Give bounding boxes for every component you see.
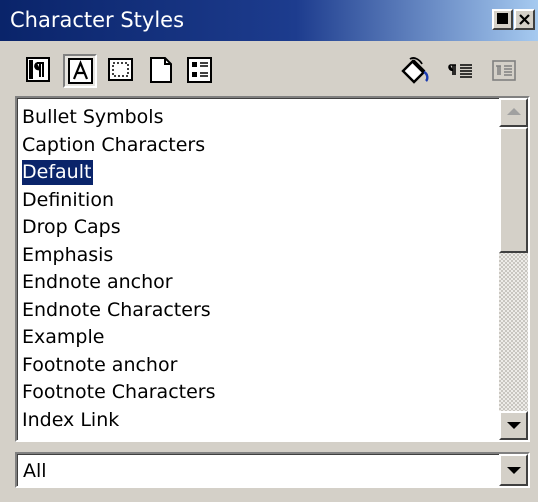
list-item[interactable]: Example bbox=[22, 325, 502, 353]
character-styles-window: Character Styles Bullet Symbols Caption … bbox=[0, 0, 538, 502]
style-filter-value: All bbox=[23, 460, 47, 482]
list-item[interactable]: Emphasis bbox=[22, 243, 502, 271]
list-item[interactable]: Footnote anchor bbox=[22, 353, 502, 381]
toolbar bbox=[0, 44, 538, 96]
list-item-label: Bullet Symbols bbox=[22, 106, 164, 128]
fill-format-mode-button[interactable] bbox=[396, 54, 430, 88]
list-item-label: Endnote anchor bbox=[22, 271, 173, 293]
scrollbar-thumb[interactable] bbox=[499, 127, 528, 253]
list-item[interactable]: Caption Characters bbox=[22, 133, 502, 161]
paragraph-styles-icon bbox=[26, 57, 50, 82]
frame-styles-button[interactable] bbox=[104, 54, 138, 88]
chevron-up-icon bbox=[507, 108, 521, 115]
list-item-label: Footnote Characters bbox=[22, 381, 216, 403]
list-item[interactable]: Drop Caps bbox=[22, 215, 502, 243]
update-style-button[interactable] bbox=[486, 54, 520, 88]
list-item-label: Emphasis bbox=[22, 243, 114, 266]
fill-format-mode-icon bbox=[401, 57, 429, 84]
close-icon bbox=[519, 14, 530, 25]
dropdown-button[interactable] bbox=[499, 454, 528, 486]
character-styles-button[interactable] bbox=[63, 54, 97, 88]
vertical-scrollbar[interactable] bbox=[499, 98, 528, 440]
list-item[interactable]: Default bbox=[22, 160, 502, 188]
paragraph-styles-button[interactable] bbox=[22, 54, 56, 88]
scroll-down-button[interactable] bbox=[499, 411, 528, 440]
list-item[interactable]: Endnote anchor bbox=[22, 270, 502, 298]
list-styles-button[interactable] bbox=[183, 54, 217, 88]
list-item-label: Endnote Characters bbox=[22, 298, 211, 321]
list-item[interactable]: Definition bbox=[22, 188, 502, 216]
list-item-label: Index Link bbox=[22, 408, 120, 431]
minimize-button[interactable] bbox=[492, 9, 513, 30]
close-button[interactable] bbox=[514, 9, 535, 30]
chevron-down-icon bbox=[507, 422, 521, 429]
new-style-from-selection-button[interactable] bbox=[444, 54, 478, 88]
scroll-up-button[interactable] bbox=[499, 98, 528, 127]
styles-list[interactable]: Bullet Symbols Caption Characters Default D… bbox=[15, 96, 530, 442]
update-style-icon bbox=[492, 60, 516, 81]
list-item-label: Example bbox=[22, 326, 105, 348]
list-item[interactable]: Bullet Symbols bbox=[22, 105, 502, 133]
styles-list-items: Bullet Symbols Caption Characters Default D… bbox=[22, 105, 502, 435]
list-item-label: Drop Caps bbox=[22, 216, 121, 238]
list-item-label: Footnote anchor bbox=[22, 353, 178, 376]
list-item-label: Default bbox=[22, 160, 94, 185]
list-item[interactable]: Index Link bbox=[22, 408, 502, 436]
character-styles-icon bbox=[68, 58, 93, 84]
list-styles-icon bbox=[187, 57, 212, 83]
list-item[interactable]: Endnote Characters bbox=[22, 298, 502, 326]
title-bar[interactable]: Character Styles bbox=[0, 0, 538, 41]
list-item-label: Definition bbox=[22, 188, 115, 211]
list-item[interactable]: Footnote Characters bbox=[22, 380, 502, 408]
window-title: Character Styles bbox=[10, 8, 185, 32]
new-style-from-selection-icon bbox=[448, 64, 472, 78]
style-filter-dropdown[interactable]: All bbox=[15, 452, 530, 488]
page-styles-icon bbox=[150, 57, 172, 83]
chevron-down-icon bbox=[507, 467, 521, 474]
list-item-label: Caption Characters bbox=[22, 133, 206, 156]
page-styles-button[interactable] bbox=[144, 54, 178, 88]
minimize-icon bbox=[497, 13, 508, 24]
frame-styles-icon bbox=[108, 58, 133, 81]
